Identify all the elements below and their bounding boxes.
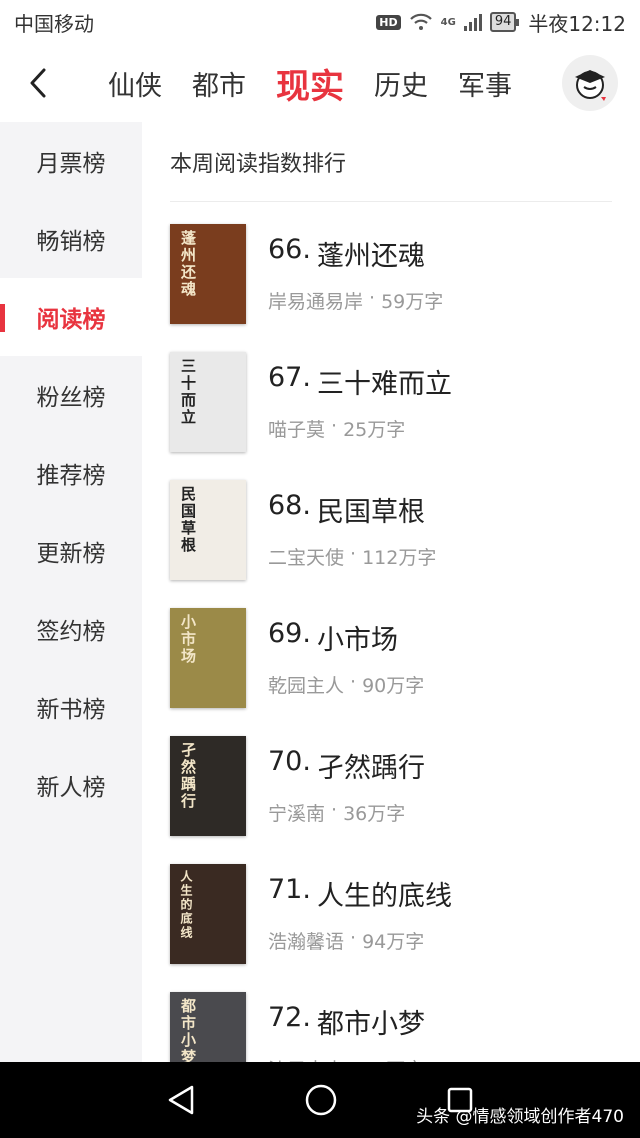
sidebar-item-2[interactable]: 阅读榜 [0, 278, 142, 356]
meta-separator: · [344, 1055, 362, 1062]
book-author: 浩瀚馨语 [268, 931, 345, 953]
back-arrow-icon [30, 68, 46, 98]
book-cover-title: 都市小梦 [179, 998, 197, 1062]
book-author: 二宝天使 [268, 547, 345, 569]
ranking-list: 本周阅读指数排行 蓬州还魂 66. 蓬州还魂 岸易通易岸 · 59万字 三十而立 67. 三十难… [142, 122, 640, 1062]
book-cover[interactable]: 蓬州还魂 [170, 224, 246, 324]
sidebar-item-1[interactable]: 畅销榜 [0, 200, 142, 278]
user-avatar-button[interactable] [562, 55, 618, 111]
book-word-count: 12万字 [362, 1055, 424, 1062]
book-author: 宁溪南 [268, 803, 326, 825]
book-cover-title: 蓬州还魂 [179, 230, 197, 298]
book-word-count: 90万字 [362, 675, 425, 697]
carrier-name: 中国移动 [14, 11, 94, 36]
book-word-count: 36万字 [343, 803, 406, 825]
nav-home-icon[interactable] [304, 1083, 338, 1117]
book-cover[interactable]: 民国草根 [170, 480, 246, 580]
tab-2[interactable]: 现实 [276, 59, 344, 108]
book-rank: 72. [268, 1002, 311, 1033]
book-cover[interactable]: 孑然踽行 [170, 736, 246, 836]
book-cover[interactable]: 人生的底线 [170, 864, 246, 964]
clock: 半夜12:12 [528, 11, 626, 36]
book-word-count: 112万字 [362, 547, 437, 569]
book-rank: 67. [268, 362, 311, 393]
book-row[interactable]: 都市小梦72.都市小梦沙子末尘·12万字 [170, 978, 640, 1062]
book-cover-title: 三十而立 [179, 358, 197, 426]
book-row[interactable]: 民国草根 68. 民国草根 二宝天使 · 112万字 [170, 466, 640, 594]
meta-separator: · [369, 287, 376, 309]
tab-0[interactable]: 仙侠 [108, 64, 162, 103]
battery-icon: 94 [489, 12, 519, 32]
sidebar-item-7[interactable]: 新书榜 [0, 668, 142, 746]
book-title: 蓬州还魂 [316, 241, 425, 272]
book-row[interactable]: 人生的底线 71. 人生的底线 浩瀚馨语 · 94万字 [170, 850, 640, 978]
avatar-icon [575, 70, 606, 101]
book-title: 都市小梦 [316, 1009, 425, 1040]
tab-3[interactable]: 历史 [374, 64, 428, 103]
book-author: 喵子莫 [268, 419, 326, 441]
wifi-icon [409, 13, 432, 30]
book-title: 三十难而立 [316, 369, 452, 400]
category-nav: 仙侠 都市 现实 历史 军事 [0, 44, 640, 122]
book-author: 乾园主人 [268, 675, 345, 697]
book-cover-title: 孑然踽行 [179, 742, 197, 810]
sidebar-item-6[interactable]: 签约榜 [0, 590, 142, 668]
tab-4[interactable]: 军事 [458, 64, 512, 103]
hd-icon: HD [376, 14, 401, 30]
meta-separator: · [350, 543, 357, 565]
book-cover[interactable]: 小市场 [170, 608, 246, 708]
book-cover-title: 民国草根 [179, 486, 197, 554]
nav-back-icon[interactable] [166, 1084, 196, 1116]
book-rank: 68. [268, 490, 311, 521]
book-word-count: 25万字 [343, 419, 406, 441]
signal-icon [463, 13, 482, 31]
book-word-count: 59万字 [381, 291, 444, 313]
book-author: 岸易通易岸 [268, 291, 364, 313]
book-cover-title: 小市场 [179, 614, 197, 665]
ranking-sidebar: 月票榜 畅销榜 阅读榜 粉丝榜 推荐榜 更新榜 签约榜 新书榜 新人榜 [0, 122, 142, 1062]
book-title: 民国草根 [316, 497, 425, 528]
book-row[interactable]: 三十而立 67. 三十难而立喵子莫 · 25万字 [170, 338, 640, 466]
book-row[interactable]: 蓬州还魂 66. 蓬州还魂 岸易通易岸 · 59万字 [170, 210, 640, 338]
book-rank: 71. [268, 874, 311, 905]
book-author: 沙子末尘 [268, 1055, 344, 1062]
status-bar: 中国移动 HD 4G 94 半夜12:12 [0, 0, 640, 44]
back-button[interactable] [0, 44, 76, 122]
book-cover-title: 人生的底线 [179, 870, 193, 940]
book-cover[interactable]: 都市小梦 [170, 992, 246, 1062]
meta-separator: · [331, 415, 338, 437]
network-type: 4G [440, 16, 456, 28]
book-title: 小市场 [316, 625, 398, 656]
sidebar-item-3[interactable]: 粉丝榜 [0, 356, 142, 434]
sidebar-item-8[interactable]: 新人榜 [0, 746, 142, 824]
book-word-count: 94万字 [362, 931, 425, 953]
book-title: 人生的底线 [316, 881, 452, 912]
meta-separator: · [350, 927, 357, 949]
sidebar-item-0[interactable]: 月票榜 [0, 122, 142, 200]
meta-separator: · [331, 799, 338, 821]
book-title: 孑然踽行 [316, 753, 425, 784]
section-title: 本周阅读指数排行 [170, 122, 612, 202]
sidebar-item-5[interactable]: 更新榜 [0, 512, 142, 590]
book-rank: 70. [268, 746, 311, 777]
book-row[interactable]: 小市场 69. 小市场 乾园主人 · 90万字 [170, 594, 640, 722]
tab-1[interactable]: 都市 [192, 64, 246, 103]
book-cover[interactable]: 三十而立 [170, 352, 246, 452]
watermark: 头条 @情感领域创作者470 [416, 1107, 624, 1127]
book-row[interactable]: 孑然踽行 70. 孑然踽行 宁溪南 · 36万字 [170, 722, 640, 850]
book-rank: 66. [268, 234, 311, 265]
book-rank: 69. [268, 618, 311, 649]
sidebar-item-4[interactable]: 推荐榜 [0, 434, 142, 512]
meta-separator: · [350, 671, 357, 693]
